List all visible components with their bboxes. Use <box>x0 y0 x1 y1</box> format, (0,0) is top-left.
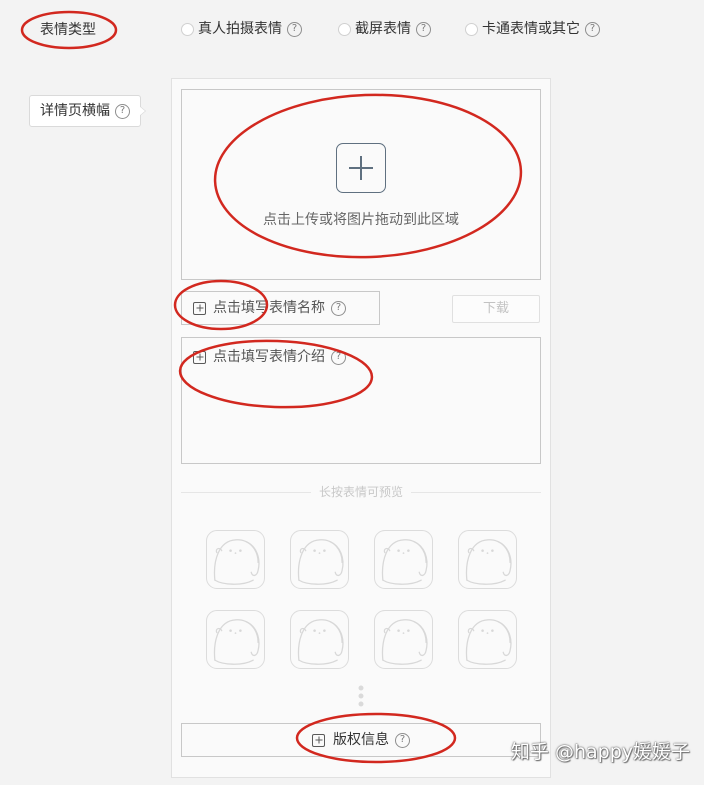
help-circle-icon[interactable]: ? <box>331 349 346 365</box>
radio-option-real-photo[interactable]: 真人拍摄表情 ? <box>181 21 302 37</box>
copyright-info-field[interactable]: 版权信息 ? <box>181 723 541 757</box>
divider-line <box>181 491 311 493</box>
preview-divider: 长按表情可预览 <box>181 485 542 499</box>
sticker-slot <box>290 610 349 669</box>
watermark: 知乎 @happy媛媛子 <box>510 741 690 763</box>
sticker-placeholder-icon <box>213 539 260 585</box>
sticker-placeholder-icon <box>213 619 260 665</box>
sticker-placeholder-icon <box>381 539 428 585</box>
help-circle-icon[interactable]: ? <box>287 21 302 37</box>
sticker-placeholder-icon <box>465 619 512 665</box>
sticker-slot <box>374 530 433 589</box>
sticker-name-field[interactable]: 点击填写表情名称 ? <box>181 291 380 325</box>
help-circle-icon[interactable]: ? <box>585 21 600 37</box>
radio-empty-icon[interactable] <box>465 22 478 36</box>
radio-empty-icon[interactable] <box>338 22 351 36</box>
help-circle-icon[interactable]: ? <box>395 732 410 748</box>
sticker-slot <box>206 530 265 589</box>
sticker-placeholder-icon <box>297 539 344 585</box>
sticker-placeholder-icon <box>465 539 512 585</box>
sticker-intro-prompt-row[interactable]: 点击填写表情介绍 ? <box>193 349 346 365</box>
sticker-placeholder-icon <box>381 619 428 665</box>
sticker-grid <box>206 530 517 669</box>
sticker-type-label: 表情类型 <box>40 22 96 38</box>
sticker-slot <box>374 610 433 669</box>
sticker-name-prompt[interactable]: 点击填写表情名称 <box>213 300 325 316</box>
plus-icon[interactable] <box>336 143 386 193</box>
preview-divider-label: 长按表情可预览 <box>319 485 404 499</box>
help-circle-icon[interactable]: ? <box>115 103 130 119</box>
plus-square-icon[interactable] <box>193 301 206 315</box>
help-circle-icon[interactable]: ? <box>416 21 431 37</box>
radio-option-label[interactable]: 截屏表情 <box>355 21 411 37</box>
sticker-slot <box>290 530 349 589</box>
sticker-intro-field[interactable]: 点击填写表情介绍 ? <box>181 337 541 464</box>
divider-line <box>411 491 542 493</box>
upload-hint: 点击上传或将图片拖动到此区域 <box>263 212 459 228</box>
copyright-label[interactable]: 版权信息 <box>333 732 389 748</box>
image-upload-area[interactable]: 点击上传或将图片拖动到此区域 <box>181 89 541 280</box>
sticker-placeholder-icon <box>297 619 344 665</box>
radio-option-screenshot[interactable]: 截屏表情 ? <box>338 21 431 37</box>
download-button[interactable]: 下载 <box>452 295 540 323</box>
plus-square-icon[interactable] <box>193 350 206 364</box>
help-circle-icon[interactable]: ? <box>331 300 346 316</box>
sticker-slot <box>206 610 265 669</box>
sticker-intro-prompt[interactable]: 点击填写表情介绍 <box>213 349 325 365</box>
sticker-slot <box>458 530 517 589</box>
vertical-ellipsis-icon <box>358 685 364 707</box>
plus-square-icon[interactable] <box>312 733 325 747</box>
banner-label-box: 详情页横幅 ? <box>29 95 146 127</box>
radio-option-cartoon-other[interactable]: 卡通表情或其它 ? <box>465 21 600 37</box>
banner-label: 详情页横幅 <box>40 103 110 119</box>
radio-empty-icon[interactable] <box>181 22 194 36</box>
sticker-slot <box>458 610 517 669</box>
radio-option-label[interactable]: 真人拍摄表情 <box>198 21 282 37</box>
radio-option-label[interactable]: 卡通表情或其它 <box>482 21 580 37</box>
